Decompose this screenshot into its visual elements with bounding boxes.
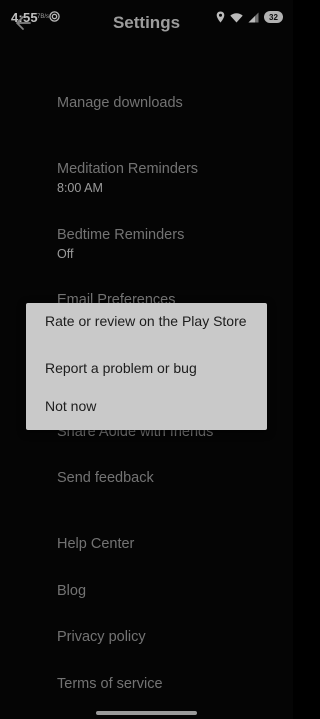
not-now-option[interactable]: Not now (45, 398, 250, 415)
rate-review-option[interactable]: Rate or review on the Play Store (45, 313, 250, 330)
feedback-dialog: Rate or review on the Play Store Report … (26, 303, 267, 430)
home-indicator[interactable] (96, 711, 197, 715)
report-problem-option[interactable]: Report a problem or bug (45, 360, 250, 377)
settings-screen: 4:55 7B/s 32 Settings Manage downloads M… (0, 0, 293, 719)
